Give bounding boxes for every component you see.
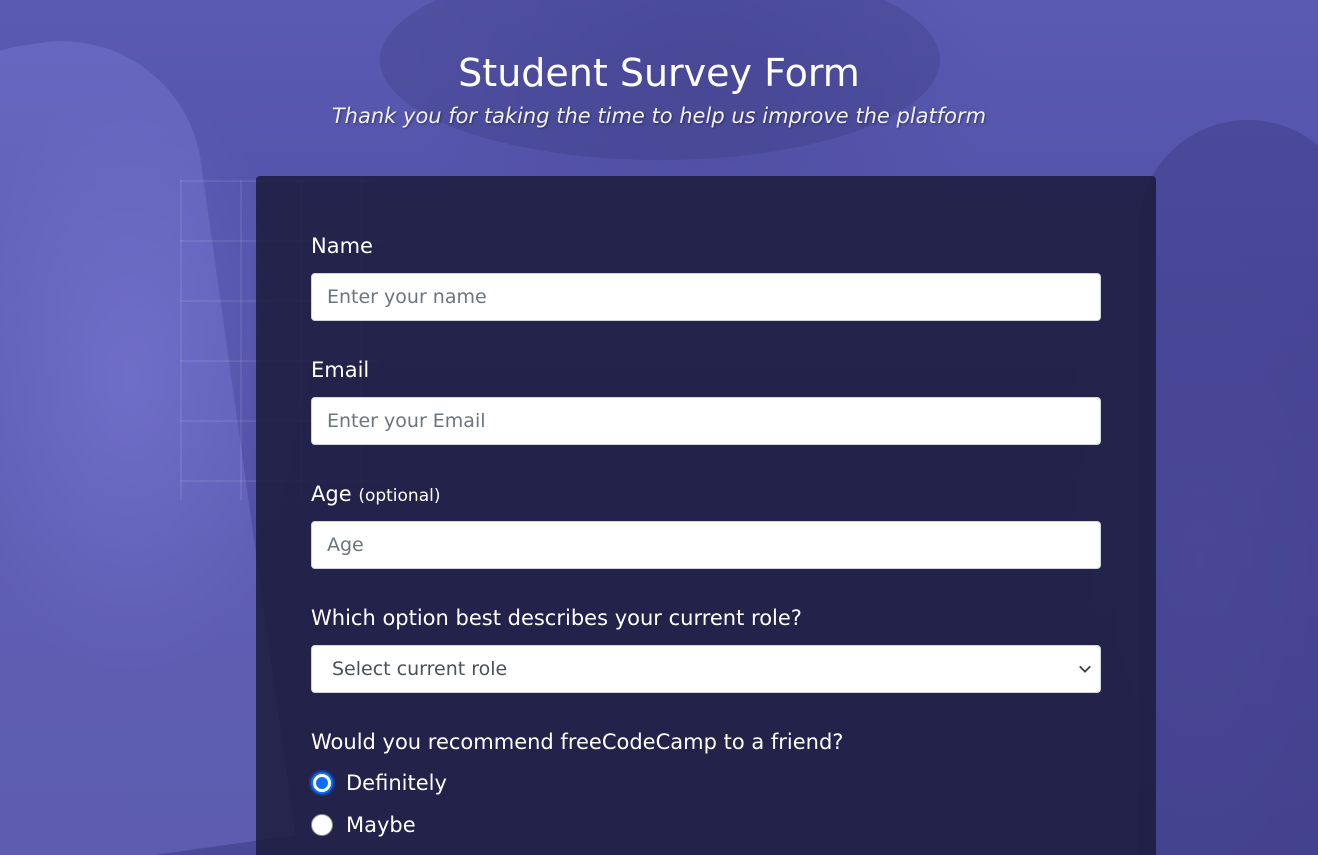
chevron-down-icon <box>1079 665 1091 673</box>
radio-option-maybe[interactable]: Maybe <box>311 810 416 840</box>
radio-option-definitely[interactable]: Definitely <box>311 768 447 798</box>
email-label: Email <box>311 358 370 382</box>
radio-label-maybe: Maybe <box>346 813 416 837</box>
background-figure-right <box>1138 120 1318 855</box>
name-field-group: Name <box>311 233 1101 321</box>
age-optional-clue: (optional) <box>358 486 441 506</box>
role-field-group: Which option best describes your current… <box>311 605 1101 693</box>
age-input[interactable] <box>311 521 1101 569</box>
page-header: Student Survey Form Thank you for taking… <box>0 50 1318 128</box>
role-selected-value: Select current role <box>332 658 508 680</box>
age-label-text: Age <box>311 482 352 506</box>
recommend-question: Would you recommend freeCodeCamp to a fr… <box>311 729 1101 755</box>
name-label: Name <box>311 234 373 258</box>
radio-label-definitely: Definitely <box>346 771 447 795</box>
role-label: Which option best describes your current… <box>311 606 802 630</box>
email-input[interactable] <box>311 397 1101 445</box>
name-input[interactable] <box>311 273 1101 321</box>
role-dropdown[interactable]: Select current role <box>311 645 1101 693</box>
age-label: Age (optional) <box>311 481 1101 507</box>
email-field-group: Email <box>311 357 1101 445</box>
radio-definitely[interactable] <box>311 772 333 794</box>
radio-maybe[interactable] <box>311 814 333 836</box>
survey-form: Name Email Age (optional) Which option b… <box>256 176 1156 855</box>
age-field-group: Age (optional) <box>311 481 1101 569</box>
page-description: Thank you for taking the time to help us… <box>331 104 987 128</box>
page-title: Student Survey Form <box>458 51 860 95</box>
recommend-label: Would you recommend freeCodeCamp to a fr… <box>311 730 844 754</box>
